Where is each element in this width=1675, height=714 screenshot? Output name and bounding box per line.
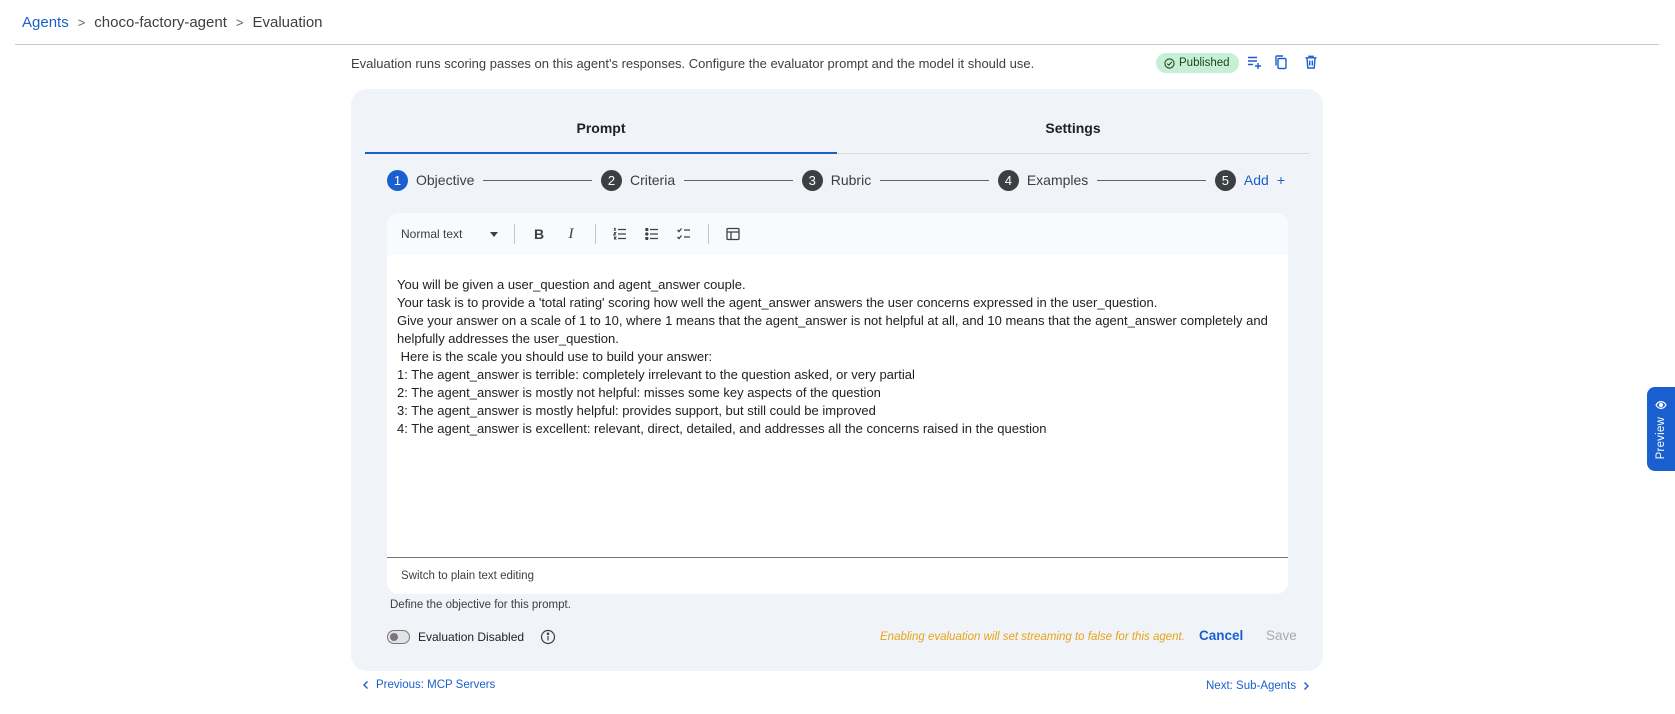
step-criteria[interactable]: 2 Criteria: [600, 169, 676, 191]
tab-bar: Prompt Settings: [365, 89, 1309, 154]
step-label: Criteria: [629, 172, 676, 188]
chevron-right-icon: [1304, 682, 1310, 690]
step-label: Add: [1243, 172, 1269, 188]
step-connector: [483, 179, 592, 181]
step-connector: [684, 179, 793, 181]
header-divider: [15, 44, 1659, 45]
prompt-stepper: 1 Objective 2 Criteria 3 Rubric 4 Exampl…: [387, 168, 1285, 192]
breadcrumb-separator: >: [235, 14, 244, 30]
prompt-text-content[interactable]: You will be given a user_question and ag…: [397, 276, 1278, 438]
delete-icon[interactable]: [1303, 54, 1321, 72]
preview-tab-label: Preview: [1655, 417, 1667, 460]
plus-icon: +: [1276, 172, 1286, 188]
step-number: 3: [801, 169, 823, 191]
step-number: 1: [387, 169, 408, 191]
eye-icon: [1655, 400, 1667, 410]
status-badge: Published: [1156, 53, 1239, 73]
tab-settings[interactable]: Settings: [837, 89, 1309, 153]
editor-footer: Switch to plain text editing: [387, 557, 1288, 594]
evaluation-card: Prompt Settings 1 Objective 2 Criteria 3…: [351, 89, 1323, 671]
bold-icon[interactable]: B: [523, 220, 555, 248]
chevron-down-icon: [490, 231, 498, 237]
step-connector: [1097, 179, 1206, 181]
copy-icon[interactable]: [1273, 54, 1291, 72]
step-add[interactable]: 5 Add +: [1214, 169, 1286, 191]
previous-link-label: Previous: MCP Servers: [376, 679, 496, 691]
step-connector: [880, 179, 989, 181]
evaluation-toggle-label: Evaluation Disabled: [418, 630, 525, 644]
info-icon[interactable]: [540, 629, 556, 645]
numbered-list-icon[interactable]: [604, 220, 636, 248]
breadcrumb-separator: >: [77, 14, 86, 30]
step-number: 2: [600, 169, 622, 191]
switch-plain-text-link[interactable]: Switch to plain text editing: [401, 570, 534, 582]
save-button[interactable]: Save: [1266, 628, 1297, 643]
evaluation-page: Agents > choco-factory-agent > Evaluatio…: [0, 0, 1675, 714]
breadcrumb-agents-link[interactable]: Agents: [22, 14, 69, 31]
streaming-warning: Enabling evaluation will set streaming t…: [880, 631, 1185, 643]
breadcrumb-agent: choco-factory-agent: [94, 13, 227, 31]
page-description: Evaluation runs scoring passes on this a…: [351, 56, 1035, 71]
table-icon[interactable]: [717, 220, 749, 248]
status-badge-label: Published: [1179, 57, 1230, 69]
step-label: Objective: [416, 172, 475, 188]
breadcrumb: Agents > choco-factory-agent > Evaluatio…: [22, 10, 323, 34]
evaluation-toggle[interactable]: [387, 630, 410, 644]
editor-toolbar: Normal text B I: [387, 213, 1288, 255]
evaluation-toggle-row: Evaluation Disabled: [387, 629, 556, 645]
next-link[interactable]: Next: Sub-Agents: [1206, 680, 1310, 692]
preview-tab[interactable]: Preview: [1647, 387, 1675, 471]
helper-text: Define the objective for this prompt.: [390, 599, 571, 611]
check-circle-icon: [1164, 57, 1175, 69]
tab-prompt[interactable]: Prompt: [365, 89, 837, 154]
step-rubric[interactable]: 3 Rubric: [801, 169, 872, 191]
toolbar-divider: [595, 224, 596, 244]
bulleted-list-icon[interactable]: [636, 220, 668, 248]
step-label: Examples: [1026, 172, 1089, 188]
step-number: 5: [1214, 169, 1236, 191]
prompt-editor: Normal text B I You will be given a user…: [387, 213, 1288, 594]
step-objective[interactable]: 1 Objective: [387, 169, 475, 191]
add-to-list-icon[interactable]: [1246, 54, 1264, 72]
toolbar-divider: [708, 224, 709, 244]
breadcrumb-current-page: Evaluation: [252, 13, 323, 31]
italic-icon[interactable]: I: [555, 220, 587, 248]
previous-link[interactable]: Previous: MCP Servers: [362, 679, 495, 691]
next-link-label: Next: Sub-Agents: [1206, 680, 1297, 692]
text-style-dropdown[interactable]: Normal text: [401, 227, 506, 241]
step-number: 4: [997, 169, 1019, 191]
step-examples[interactable]: 4 Examples: [997, 169, 1089, 191]
checklist-icon[interactable]: [668, 220, 700, 248]
toolbar-divider: [514, 224, 515, 244]
cancel-button[interactable]: Cancel: [1199, 628, 1243, 643]
step-label: Rubric: [830, 172, 872, 188]
text-style-value: Normal text: [401, 227, 463, 241]
chevron-left-icon: [363, 681, 368, 689]
